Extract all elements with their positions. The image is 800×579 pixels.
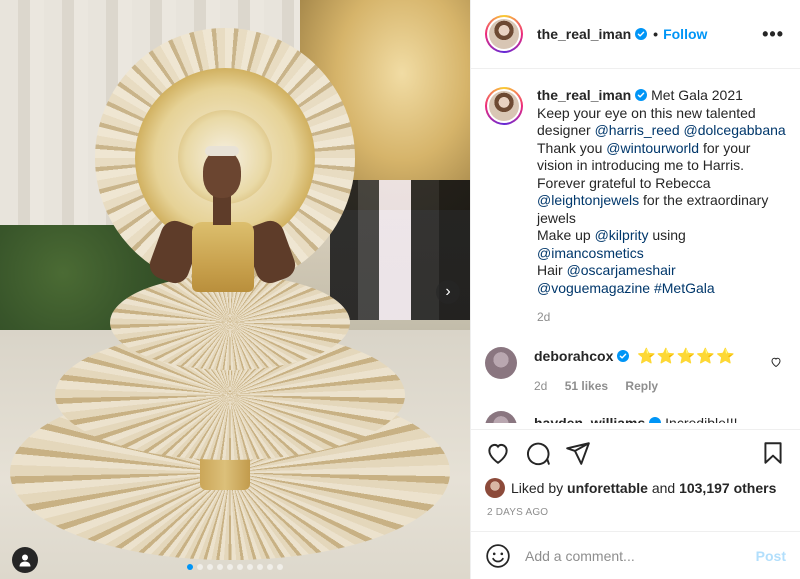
caption-age: 2d [537,310,551,324]
carousel-dot [277,564,283,570]
next-photo-button[interactable]: › [436,280,460,304]
more-options-icon[interactable]: ••• [762,24,784,45]
comment-meta: 2d 51 likes Reply [534,379,736,393]
likes-prefix: Liked by [511,480,564,496]
comment-icon[interactable] [525,440,551,466]
model-headband [205,146,239,156]
carousel-dot [227,564,233,570]
author-avatar[interactable] [485,15,523,53]
carousel-dot [187,564,193,570]
carousel-dot [257,564,263,570]
caption-username[interactable]: the_real_iman [537,87,631,103]
caption-author-avatar[interactable] [485,87,523,125]
comment-likes[interactable]: 51 likes [565,379,608,393]
comment-item: hayden_williams Incredible!!! [485,410,786,423]
reply-button[interactable]: Reply [625,379,658,393]
comment-text: ⭐⭐⭐⭐⭐ [637,347,736,365]
comment-age: 2d [534,378,548,393]
post-comment-button[interactable]: Post [756,548,786,564]
caption-text: Met Gala 2021 Keep your eye on this new t… [537,87,786,296]
caption-mention-link[interactable]: @imancosmetics [537,245,644,261]
caption-body: the_real_iman Met Gala 2021 Keep your eye… [537,87,786,327]
carousel-dot [267,564,273,570]
comment-text: Incredible!!! [665,414,738,423]
verified-badge-icon [649,416,662,423]
user-icon [19,554,31,567]
emoji-icon[interactable] [485,543,511,569]
heart-icon[interactable] [485,440,511,466]
post-photo[interactable]: › [0,0,470,579]
author-username[interactable]: the_real_iman [537,26,631,42]
carousel-dot [237,564,243,570]
caption-mention-link[interactable]: @kilprity [595,227,649,243]
likes-count[interactable]: 103,197 others [679,480,776,496]
action-bar [471,429,800,475]
carousel-dot [197,564,203,570]
comment-body: hayden_williams Incredible!!! [534,415,738,423]
caption-mention-link[interactable]: @leightonjewels [537,192,639,208]
verified-badge-icon [635,28,648,40]
caption-mention-link[interactable]: @oscarjameshair [567,262,676,278]
likes-conjunction: and [651,480,676,496]
caption-mention-link[interactable]: @dolcegabbana [684,122,786,138]
verified-badge-icon [635,89,648,101]
caption-text-segment: using [648,227,686,243]
carousel-dot [247,564,253,570]
author-info: the_real_iman • Follow [537,26,707,42]
gown-bodice [192,222,254,292]
carousel-dot [207,564,213,570]
caption-mention-link[interactable]: #MetGala [654,280,715,296]
carousel-indicator [187,564,283,570]
bookmark-icon[interactable] [760,440,786,466]
comment-username[interactable]: deborahcox [534,348,613,364]
caption-text-segment: Hair [537,262,567,278]
comment-item: deborahcox ⭐⭐⭐⭐⭐ 2d 51 likes Reply [485,346,786,393]
separator-dot: • [653,26,659,42]
chevron-right-icon: › [445,283,451,300]
share-icon[interactable] [565,440,591,466]
commenter-avatar[interactable] [485,346,517,379]
liker-username[interactable]: unforettable [567,480,648,496]
post-sidebar: the_real_iman • Follow ••• the_real_iman… [470,0,800,579]
caption-mention-link[interactable]: @harris_reed [595,122,680,138]
caption-mention-link[interactable]: @wintourworld [606,140,699,156]
comment-input[interactable] [525,547,756,564]
caption-mention-link[interactable]: @voguemagazine [537,280,650,296]
post-timestamp[interactable]: 2 DAYS AGO [471,501,800,531]
model-head [203,150,241,198]
commenter-avatar[interactable] [485,410,517,423]
caption: the_real_iman Met Gala 2021 Keep your eye… [485,87,786,327]
comment-body: deborahcox ⭐⭐⭐⭐⭐ 2d 51 likes Reply [534,347,736,393]
comment-username[interactable]: hayden_williams [534,415,645,423]
model-neck [213,195,231,225]
add-comment-bar: Post [471,531,800,579]
comments-section: the_real_iman Met Gala 2021 Keep your eye… [471,69,800,429]
tagged-users-button[interactable] [12,547,38,573]
instagram-post: › the_real_iman • Follow ••• the_real_im… [0,0,800,579]
post-header: the_real_iman • Follow ••• [471,0,800,69]
carousel-dot [217,564,223,570]
verified-badge-icon [617,349,630,362]
caption-text-segment: Thank you [537,139,607,156]
heart-icon[interactable] [770,356,782,368]
follow-button[interactable]: Follow [663,26,707,42]
likes-summary: Liked by unforettable and 103,197 others [471,475,800,501]
caption-text-segment: Met Gala 2021 [651,87,743,103]
caption-text-segment: Make up [537,227,595,243]
liker-avatar[interactable] [485,478,505,498]
